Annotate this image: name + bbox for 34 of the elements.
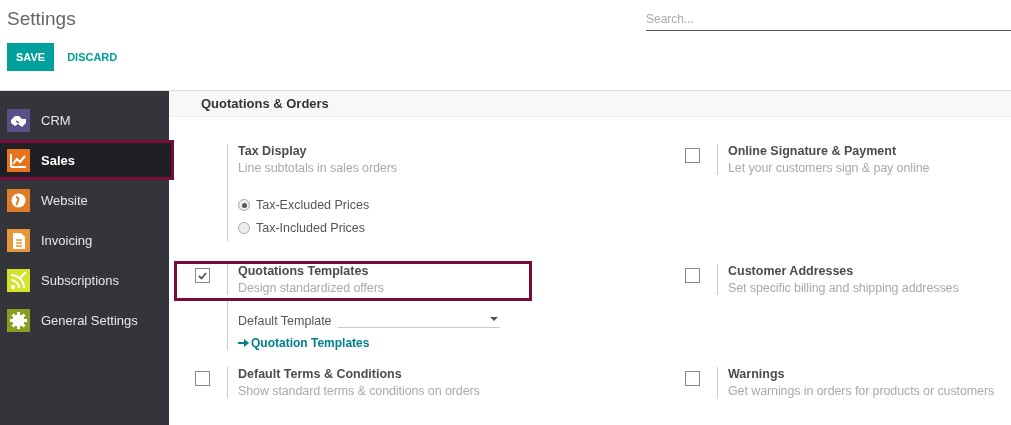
radio-button[interactable]: [238, 222, 250, 234]
setting-title: Tax Display: [238, 144, 308, 158]
section-title: Quotations & Orders: [169, 91, 1011, 117]
setting-title: Warnings: [728, 367, 786, 381]
setting-title: Customer Addresses: [728, 264, 855, 278]
setting-description: Let your customers sign & pay online: [728, 161, 930, 175]
radio-label: Tax-Included Prices: [256, 221, 366, 235]
sidebar-item[interactable]: Sales: [0, 140, 174, 180]
page-title: Settings: [7, 8, 76, 30]
setting-title: Online Signature & Payment: [728, 144, 898, 158]
checkbox[interactable]: [194, 268, 210, 283]
checkbox[interactable]: [684, 371, 700, 386]
setting-description: Get warnings in orders for products or customers: [728, 384, 995, 398]
quotation-templates-link[interactable]: Quotation Templates: [238, 336, 370, 350]
setting-title: Quotations Templates: [238, 264, 370, 278]
setting-description: Set specific billing and shipping addresses: [728, 281, 959, 295]
setting-title: Default Terms & Conditions: [238, 367, 403, 381]
setting-description: Show standard terms & conditions on orders: [238, 384, 480, 398]
checkbox[interactable]: [194, 371, 210, 386]
sidebar-item[interactable]: Subscriptions: [0, 260, 169, 300]
checkbox[interactable]: [684, 268, 700, 283]
sidebar-item[interactable]: Invoicing: [0, 220, 169, 260]
sidebar-item[interactable]: CRM: [0, 100, 169, 140]
radio-button[interactable]: [238, 199, 250, 211]
sidebar-item[interactable]: Website: [0, 180, 169, 220]
checkmark-icon: [196, 270, 208, 281]
arrow-icon: [238, 338, 249, 348]
field-label: Default Template: [238, 314, 332, 328]
sidebar-item[interactable]: General Settings: [0, 300, 169, 340]
setting-description: Line subtotals in sales orders: [238, 161, 397, 175]
setting-description: Design standardized offers: [238, 281, 384, 295]
radio-label: Tax-Excluded Prices: [256, 198, 370, 212]
checkbox[interactable]: [684, 148, 700, 163]
caret-icon: [489, 317, 498, 321]
